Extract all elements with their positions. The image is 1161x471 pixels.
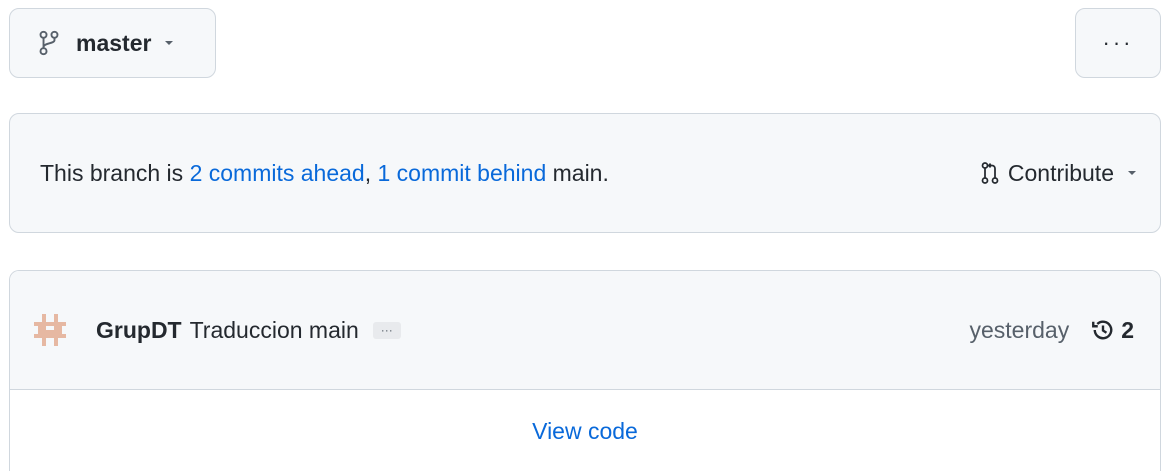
commit-count: 2 xyxy=(1121,316,1134,343)
commit-author[interactable]: GrupDT xyxy=(96,317,182,344)
view-code-row: View code xyxy=(10,390,1160,471)
contribute-button[interactable]: Contribute xyxy=(980,160,1138,187)
commits-ahead-link[interactable]: 2 commits ahead xyxy=(190,160,365,186)
commit-message-expander[interactable]: ··· xyxy=(372,321,401,339)
status-separator: , xyxy=(364,159,378,186)
view-code-link[interactable]: View code xyxy=(532,418,638,445)
commit-history-link[interactable]: 2 xyxy=(1091,317,1134,344)
commit-time: yesterday xyxy=(969,316,1070,343)
caret-down-icon xyxy=(1126,169,1138,177)
commits-behind-link[interactable]: 1 commit behind xyxy=(377,160,546,186)
branch-status-box: This branch is 2 commits ahead, 1 commit… xyxy=(9,113,1161,233)
git-branch-icon xyxy=(38,30,60,56)
latest-commit-box: GrupDT Traduccion main ··· yesterday 2 V… xyxy=(9,270,1161,471)
latest-commit-row: GrupDT Traduccion main ··· yesterday 2 xyxy=(10,271,1160,390)
branch-selector-button[interactable]: master xyxy=(9,8,216,78)
commit-info: GrupDT Traduccion main ··· xyxy=(34,313,969,347)
branch-status-text: This branch is 2 commits ahead, 1 commit… xyxy=(40,160,980,187)
git-pull-request-icon xyxy=(980,161,1000,185)
status-prefix: This branch is xyxy=(40,159,190,186)
repo-page: master ··· This branch is 2 commits ahea… xyxy=(0,0,1161,471)
contribute-label: Contribute xyxy=(1007,159,1114,186)
commit-message[interactable]: Traduccion main xyxy=(190,317,359,344)
more-options-button[interactable]: ··· xyxy=(1075,8,1161,78)
branch-name: master xyxy=(76,29,152,56)
caret-down-icon xyxy=(163,39,175,47)
kebab-horizontal-icon: ··· xyxy=(1102,30,1134,55)
avatar[interactable] xyxy=(34,313,66,347)
status-suffix: main. xyxy=(546,159,609,186)
history-icon xyxy=(1091,318,1115,342)
